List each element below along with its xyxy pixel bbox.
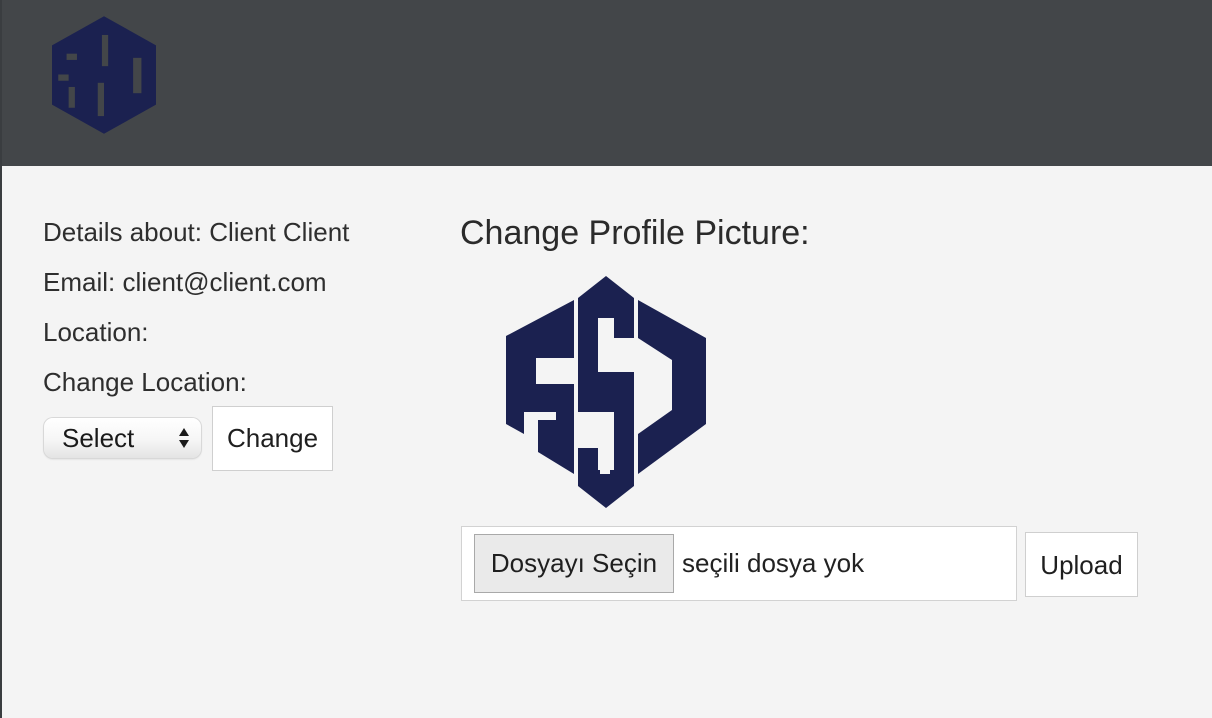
location-select[interactable]: Select [44,418,201,458]
choose-file-button[interactable]: Dosyayı Seçin [474,534,674,593]
file-status-text: seçili dosya yok [682,548,865,578]
ssc-logo-icon[interactable] [52,16,156,134]
change-location-button[interactable]: Change [212,406,333,471]
location-select-value: Select [62,423,135,453]
page-header [2,0,1212,166]
profile-file-input[interactable]: Dosyayı Seçin seçili dosya yok [461,526,1017,601]
upload-button[interactable]: Upload [1025,532,1138,597]
client-email-text: Email: client@client.com [43,267,327,297]
profile-picture-title: Change Profile Picture: [460,214,810,252]
client-name-text: Details about: Client Client [43,217,350,247]
profile-picture-image [506,276,706,508]
client-location-text: Location: [43,317,149,347]
change-location-label: Change Location: [43,367,247,397]
select-arrows-icon [179,428,189,448]
